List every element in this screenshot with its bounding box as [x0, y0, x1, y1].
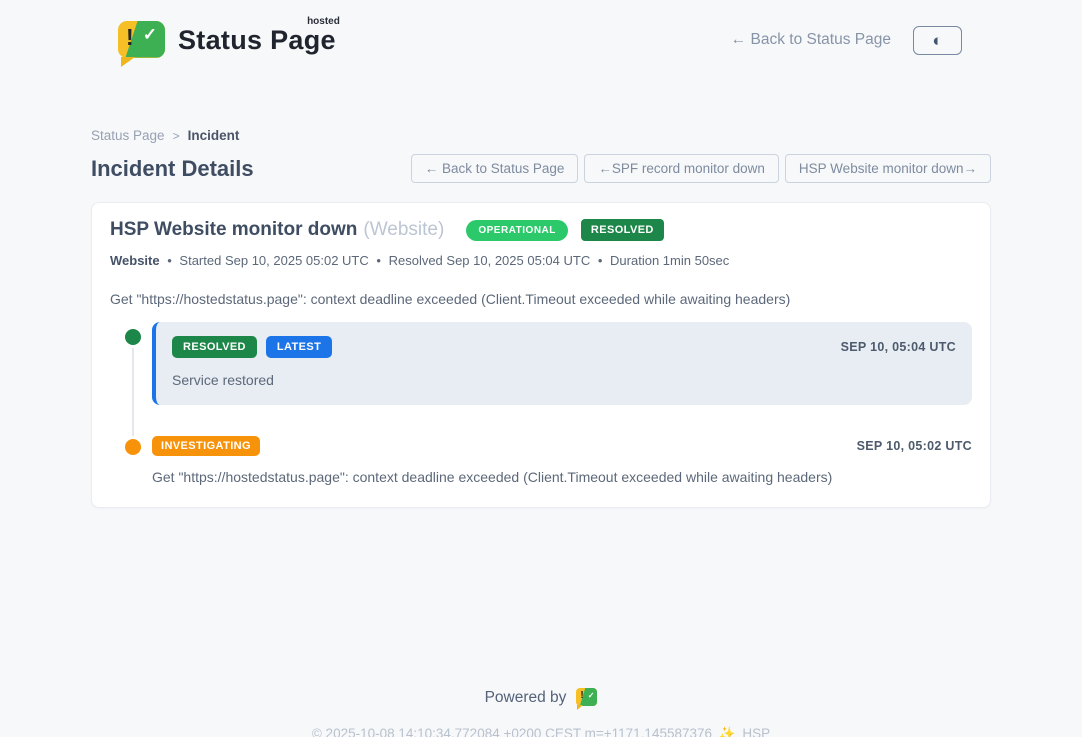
- header-right: ← Back to Status Page ◐: [731, 26, 962, 55]
- logo[interactable]: ! ✓ hosted Status Page: [118, 23, 336, 58]
- page-title: Incident Details: [91, 156, 254, 182]
- breadcrumb-incident: Incident: [188, 128, 240, 143]
- powered-by-label: Powered by: [485, 689, 567, 707]
- brand-name: HSP: [742, 726, 770, 737]
- resolved-badge: RESOLVED: [172, 336, 257, 358]
- investigating-badge: INVESTIGATING: [152, 436, 260, 456]
- back-to-status-page-link[interactable]: ← Back to Status Page: [731, 31, 891, 49]
- incident-description: Get "https://hostedstatus.page": context…: [110, 291, 972, 307]
- copyright-text: © 2025-10-08 14:10:34.772084 +0200 CEST …: [312, 726, 712, 737]
- investigating-dot-icon: [125, 439, 141, 455]
- status-page-logo-icon: ! ✓: [118, 21, 165, 58]
- duration: Duration 1min 50sec: [610, 253, 729, 268]
- breadcrumb-separator: >: [173, 129, 180, 143]
- footer: Powered by ! ✓ © 2025-10-08 14:10:34.772…: [91, 689, 991, 737]
- timeline-entry-body: Get "https://hostedstatus.page": context…: [152, 469, 972, 485]
- copyright: © 2025-10-08 14:10:34.772084 +0200 CEST …: [91, 726, 991, 737]
- timeline-entry-header: INVESTIGATING SEP 10, 05:02 UTC: [152, 436, 972, 456]
- operational-badge: OPERATIONAL: [466, 220, 568, 241]
- incident-nav-buttons: ← Back to Status Page ←SPF record monito…: [411, 154, 991, 183]
- incident-component: (Website): [363, 219, 444, 241]
- timeline-entry-content: INVESTIGATING SEP 10, 05:02 UTC Get "htt…: [152, 436, 972, 485]
- meta-separator: •: [376, 253, 381, 268]
- exclamation-icon: !: [580, 690, 583, 701]
- incident-meta: Website • Started Sep 10, 2025 05:02 UTC…: [110, 253, 972, 268]
- check-icon: ✓: [143, 25, 157, 45]
- resolved-state-badge: RESOLVED: [581, 219, 664, 241]
- incident-title: HSP Website monitor down: [110, 219, 357, 241]
- incident-card: HSP Website monitor down (Website) OPERA…: [91, 202, 991, 508]
- header: ! ✓ hosted Status Page ← Back to Status …: [0, 0, 1082, 64]
- meta-separator: •: [167, 253, 172, 268]
- main-content: Status Page > Incident Incident Details …: [91, 128, 991, 737]
- incident-timeline: RESOLVED LATEST SEP 10, 05:04 UTC Servic…: [110, 322, 972, 485]
- timeline-entry: RESOLVED LATEST SEP 10, 05:04 UTC Servic…: [110, 322, 972, 405]
- timeline-timestamp: SEP 10, 05:04 UTC: [841, 340, 956, 354]
- incident-title-row: HSP Website monitor down (Website) OPERA…: [110, 219, 972, 241]
- timeline-entry-content: RESOLVED LATEST SEP 10, 05:04 UTC Servic…: [152, 322, 972, 405]
- half-circle-icon: ◐: [932, 32, 942, 49]
- mini-logo-bubble: ! ✓: [576, 688, 597, 706]
- status-page-mini-logo-icon: ! ✓: [576, 688, 597, 706]
- timeline-entry-body: Service restored: [172, 372, 956, 388]
- powered-by-link[interactable]: Powered by ! ✓: [485, 689, 598, 707]
- resolved-time: Resolved Sep 10, 2025 05:04 UTC: [389, 253, 591, 268]
- timeline-entry: INVESTIGATING SEP 10, 05:02 UTC Get "htt…: [110, 436, 972, 485]
- logo-bubble: ! ✓: [118, 21, 165, 58]
- meta-separator: •: [598, 253, 603, 268]
- sparkles-icon: ✨: [719, 726, 736, 737]
- check-icon: ✓: [588, 691, 595, 700]
- resolved-dot-icon: [125, 329, 141, 345]
- timeline-timestamp: SEP 10, 05:02 UTC: [857, 439, 972, 453]
- latest-badge: LATEST: [266, 336, 332, 358]
- started-time: Started Sep 10, 2025 05:02 UTC: [179, 253, 368, 268]
- prev-incident-button[interactable]: ←SPF record monitor down: [584, 154, 779, 183]
- logo-bubble-tail: [121, 57, 135, 67]
- logo-superscript: hosted: [307, 16, 340, 27]
- mini-logo-bubble-tail: [577, 705, 583, 710]
- next-incident-button[interactable]: HSP Website monitor down→: [785, 154, 991, 183]
- breadcrumb-status-page[interactable]: Status Page: [91, 128, 165, 143]
- title-row: Incident Details ← Back to Status Page ←…: [91, 154, 991, 183]
- monitor-name: Website: [110, 253, 160, 268]
- timeline-entry-header: RESOLVED LATEST SEP 10, 05:04 UTC: [172, 336, 956, 358]
- exclamation-icon: !: [126, 24, 134, 51]
- logo-text-wrap: hosted Status Page: [178, 25, 336, 56]
- breadcrumb: Status Page > Incident: [91, 128, 991, 143]
- logo-text: Status Page: [178, 25, 336, 55]
- back-to-status-page-button[interactable]: ← Back to Status Page: [411, 154, 579, 183]
- theme-toggle-button[interactable]: ◐: [913, 26, 962, 55]
- status-page-app: ! ✓ hosted Status Page ← Back to Status …: [0, 0, 1082, 737]
